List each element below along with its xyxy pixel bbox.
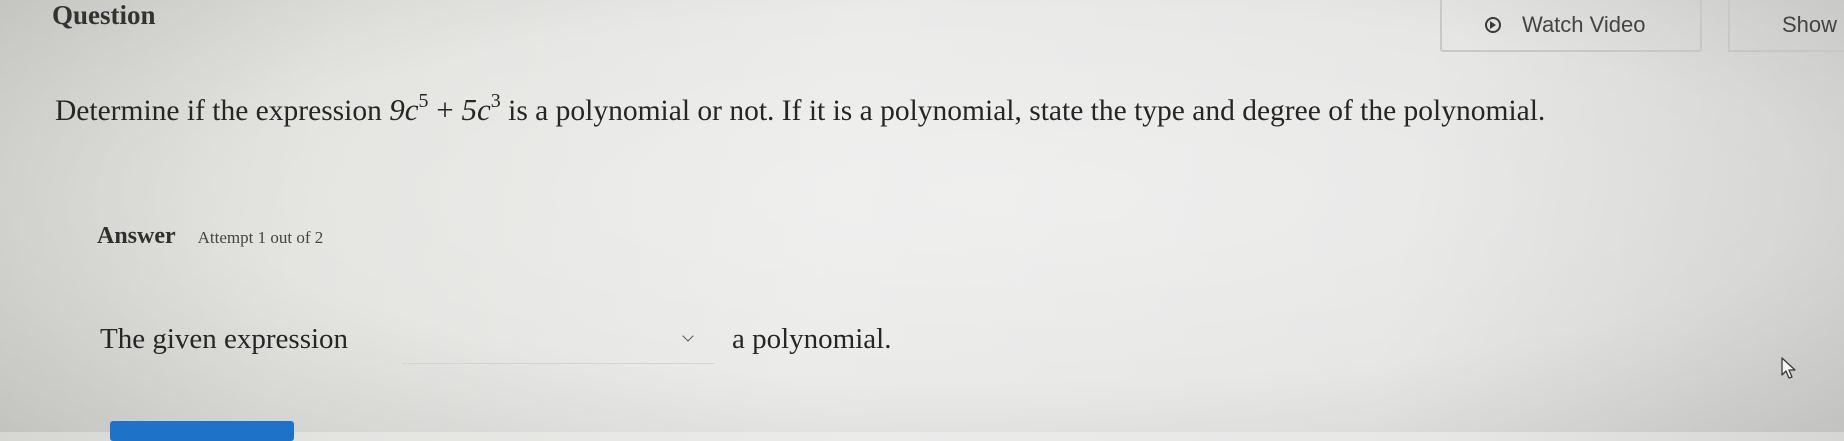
play-circle-icon: [1485, 17, 1501, 33]
term1-exponent: 5: [418, 90, 429, 112]
question-heading: Question: [52, 0, 156, 30]
prompt-text-before: Determine if the expression: [55, 95, 390, 127]
answer-sentence-end: a polynomial.: [732, 323, 892, 355]
show-examples-label: Show E: [1782, 12, 1844, 37]
term2-exponent: 3: [490, 90, 501, 112]
watch-video-label: Watch Video: [1522, 12, 1646, 37]
answer-header: Answer Attempt 1 out of 2: [97, 223, 323, 250]
background-shading: [0, 0, 1844, 432]
answer-sentence-start: The given expression: [100, 323, 349, 355]
plus-operator: +: [428, 92, 462, 127]
watch-video-button[interactable]: Watch Video: [1440, 0, 1702, 52]
is-polynomial-dropdown[interactable]: [402, 318, 714, 364]
prompt-text-after: is a polynomial or not. If it is a polyn…: [500, 95, 1546, 127]
question-prompt: Determine if the expression 9c5 + 5c3 is…: [55, 90, 1545, 128]
answer-label: Answer: [97, 223, 176, 249]
polynomial-expression: 9c5 + 5c3: [389, 90, 501, 127]
term2-base: 5c: [461, 92, 491, 127]
chevron-down-icon: [682, 330, 694, 342]
submit-answer-button[interactable]: [110, 421, 294, 441]
term1-base: 9c: [389, 92, 419, 127]
mouse-pointer-icon: [1781, 357, 1796, 379]
show-examples-button[interactable]: Show E: [1728, 0, 1844, 52]
attempt-counter: Attempt 1 out of 2: [197, 228, 324, 247]
